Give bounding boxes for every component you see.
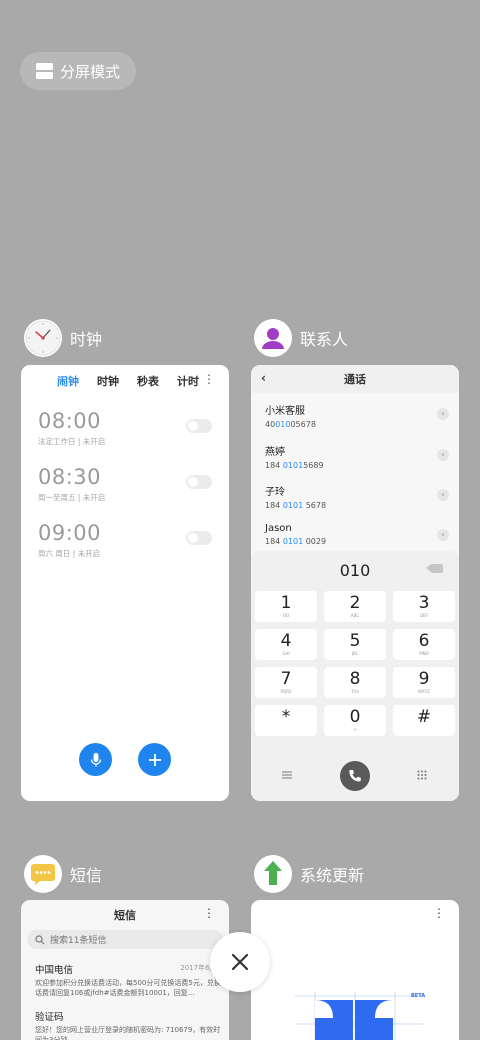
contact-item[interactable]: 小米客服 4001005678 ›: [265, 402, 449, 438]
contacts-app-icon: [254, 319, 292, 357]
plus-icon: [148, 753, 161, 766]
dialpad-panel: 010 1 OO 2 ABC 3 DEF 4 GHI 5 JKL 6 MNO 7 PQRS 8…: [251, 551, 459, 801]
contact-number: 4001005678: [265, 420, 316, 429]
update-app-card[interactable]: ⋮ BETA: [251, 900, 459, 1040]
chevron-right-icon[interactable]: ›: [437, 408, 449, 420]
alarm-repeat: 周一至周五 | 未开启: [38, 493, 106, 502]
contact-item[interactable]: 子玲 184 0101 5678 ›: [265, 483, 449, 519]
split-screen-label: 分屏模式: [60, 62, 121, 81]
dial-key-star[interactable]: *: [255, 705, 317, 736]
split-screen-button[interactable]: 分屏模式: [20, 52, 136, 90]
chevron-right-icon[interactable]: ›: [437, 529, 449, 541]
contact-name: 子玲: [265, 487, 285, 498]
clock-tabs: 闹钟 时钟 秒表 计时: [57, 373, 219, 389]
sms-thread-item[interactable]: 中国电信 2017年6月3 欢迎参加积分兑换话费活动，每500分可兑换话费5元，…: [35, 962, 221, 998]
clock-app-header[interactable]: 时钟: [24, 319, 102, 357]
sms-app-card[interactable]: 短信 ⋮ 搜索11条短信 中国电信 2017年6月3 欢迎参加积分兑换话费活动，…: [21, 900, 229, 1040]
dial-key-2[interactable]: 2 ABC: [324, 591, 386, 622]
sms-sender: 验证码: [35, 1012, 64, 1023]
call-button[interactable]: [340, 761, 370, 791]
tab-alarm[interactable]: 闹钟: [57, 373, 79, 389]
contact-name: 小米客服: [265, 406, 305, 417]
sms-app-header[interactable]: 短信: [24, 855, 102, 893]
clock-app-card[interactable]: 闹钟 时钟 秒表 计时 ⋮ 08:00 法定工作日 | 未开启 08:30 周一…: [21, 365, 229, 801]
dial-key-7[interactable]: 7 PQRS: [255, 667, 317, 698]
clock-app-title: 时钟: [70, 330, 103, 349]
update-app-title: 系统更新: [300, 866, 365, 885]
contact-name: Jason: [265, 523, 292, 534]
alarm-item[interactable]: 09:00 周六 周日 | 未开启: [38, 521, 212, 565]
dialpad-toggle-icon[interactable]: [417, 770, 427, 780]
dial-key-0[interactable]: 0 +: [324, 705, 386, 736]
contacts-app-title: 联系人: [300, 330, 349, 349]
chevron-right-icon[interactable]: ›: [437, 489, 449, 501]
mic-icon: [90, 752, 101, 766]
dial-key-9[interactable]: 9 WXYZ: [393, 667, 455, 698]
contacts-app-header[interactable]: 联系人: [254, 319, 348, 357]
sms-search-placeholder: 搜索11条短信: [50, 936, 107, 946]
clock-app-icon: [24, 319, 62, 357]
more-icon[interactable]: ⋮: [203, 906, 215, 920]
contact-item[interactable]: 燕婷 184 01015689 ›: [265, 443, 449, 479]
tab-stopwatch[interactable]: 秒表: [137, 373, 159, 389]
add-alarm-button[interactable]: [138, 743, 171, 776]
dial-key-8[interactable]: 8 TUV: [324, 667, 386, 698]
call-title: 通话: [344, 373, 366, 386]
tab-timer[interactable]: 计时: [177, 373, 199, 389]
contacts-app-card[interactable]: ‹ 通话 小米客服 4001005678 › 燕婷 184 01015689 ›…: [251, 365, 459, 801]
alarm-item[interactable]: 08:00 法定工作日 | 未开启: [38, 409, 212, 453]
search-icon: [35, 934, 45, 944]
alarm-repeat: 法定工作日 | 未开启: [38, 437, 106, 446]
alarm-toggle[interactable]: [186, 419, 212, 433]
alarm-item[interactable]: 08:30 周一至周五 | 未开启: [38, 465, 212, 509]
contact-number: 184 0101 5678: [265, 501, 327, 510]
chevron-right-icon[interactable]: ›: [437, 449, 449, 461]
more-icon[interactable]: ⋮: [433, 906, 445, 920]
alarm-repeat: 周六 周日 | 未开启: [38, 549, 101, 558]
menu-icon[interactable]: [282, 771, 292, 779]
more-icon[interactable]: ⋮: [203, 372, 215, 386]
sms-thread-item[interactable]: 验证码 您好！您的网上营业厅登录的随机密码为: 710679，有效时间为3分钟: [35, 1009, 221, 1040]
keypad: 1 OO 2 ABC 3 DEF 4 GHI 5 JKL 6 MNO 7 PQRS 8 TUV …: [255, 591, 455, 736]
dial-key-6[interactable]: 6 MNO: [393, 629, 455, 660]
beta-label: BETA: [411, 993, 426, 999]
phone-icon: [349, 770, 361, 782]
back-icon[interactable]: ‹: [261, 371, 266, 385]
alarm-toggle[interactable]: [186, 531, 212, 545]
call-header: ‹ 通话: [251, 365, 459, 393]
backspace-icon[interactable]: [426, 564, 443, 573]
dial-actions: [251, 761, 459, 791]
tab-clock[interactable]: 时钟: [97, 373, 119, 389]
update-app-icon: [254, 855, 292, 893]
dial-key-5[interactable]: 5 JKL: [324, 629, 386, 660]
sms-preview: 欢迎参加积分兑换话费活动，每500分可兑换话费5元，兑换话费请回复106或jfd…: [35, 979, 221, 997]
dial-key-hash[interactable]: #: [393, 705, 455, 736]
contact-number: 184 0101 0029: [265, 537, 327, 546]
dial-key-4[interactable]: 4 GHI: [255, 629, 317, 660]
split-screen-icon: [36, 63, 53, 79]
contact-number: 184 01015689: [265, 461, 324, 470]
contact-name: 燕婷: [265, 447, 285, 458]
sms-search-input[interactable]: 搜索11条短信: [27, 930, 223, 949]
sms-preview: 您好！您的网上营业厅登录的随机密码为: 710679，有效时间为3分钟: [35, 1026, 221, 1040]
update-app-header[interactable]: 系统更新: [254, 855, 364, 893]
update-logo-graphic: [295, 992, 425, 1040]
dial-key-3[interactable]: 3 DEF: [393, 591, 455, 622]
close-all-button[interactable]: [210, 932, 270, 992]
dial-key-1[interactable]: 1 OO: [255, 591, 317, 622]
close-icon: [231, 953, 249, 971]
sms-header: 短信: [114, 909, 136, 922]
alarm-toggle[interactable]: [186, 475, 212, 489]
sms-app-icon: [24, 855, 62, 893]
voice-alarm-button[interactable]: [79, 743, 112, 776]
sms-app-title: 短信: [70, 866, 103, 885]
